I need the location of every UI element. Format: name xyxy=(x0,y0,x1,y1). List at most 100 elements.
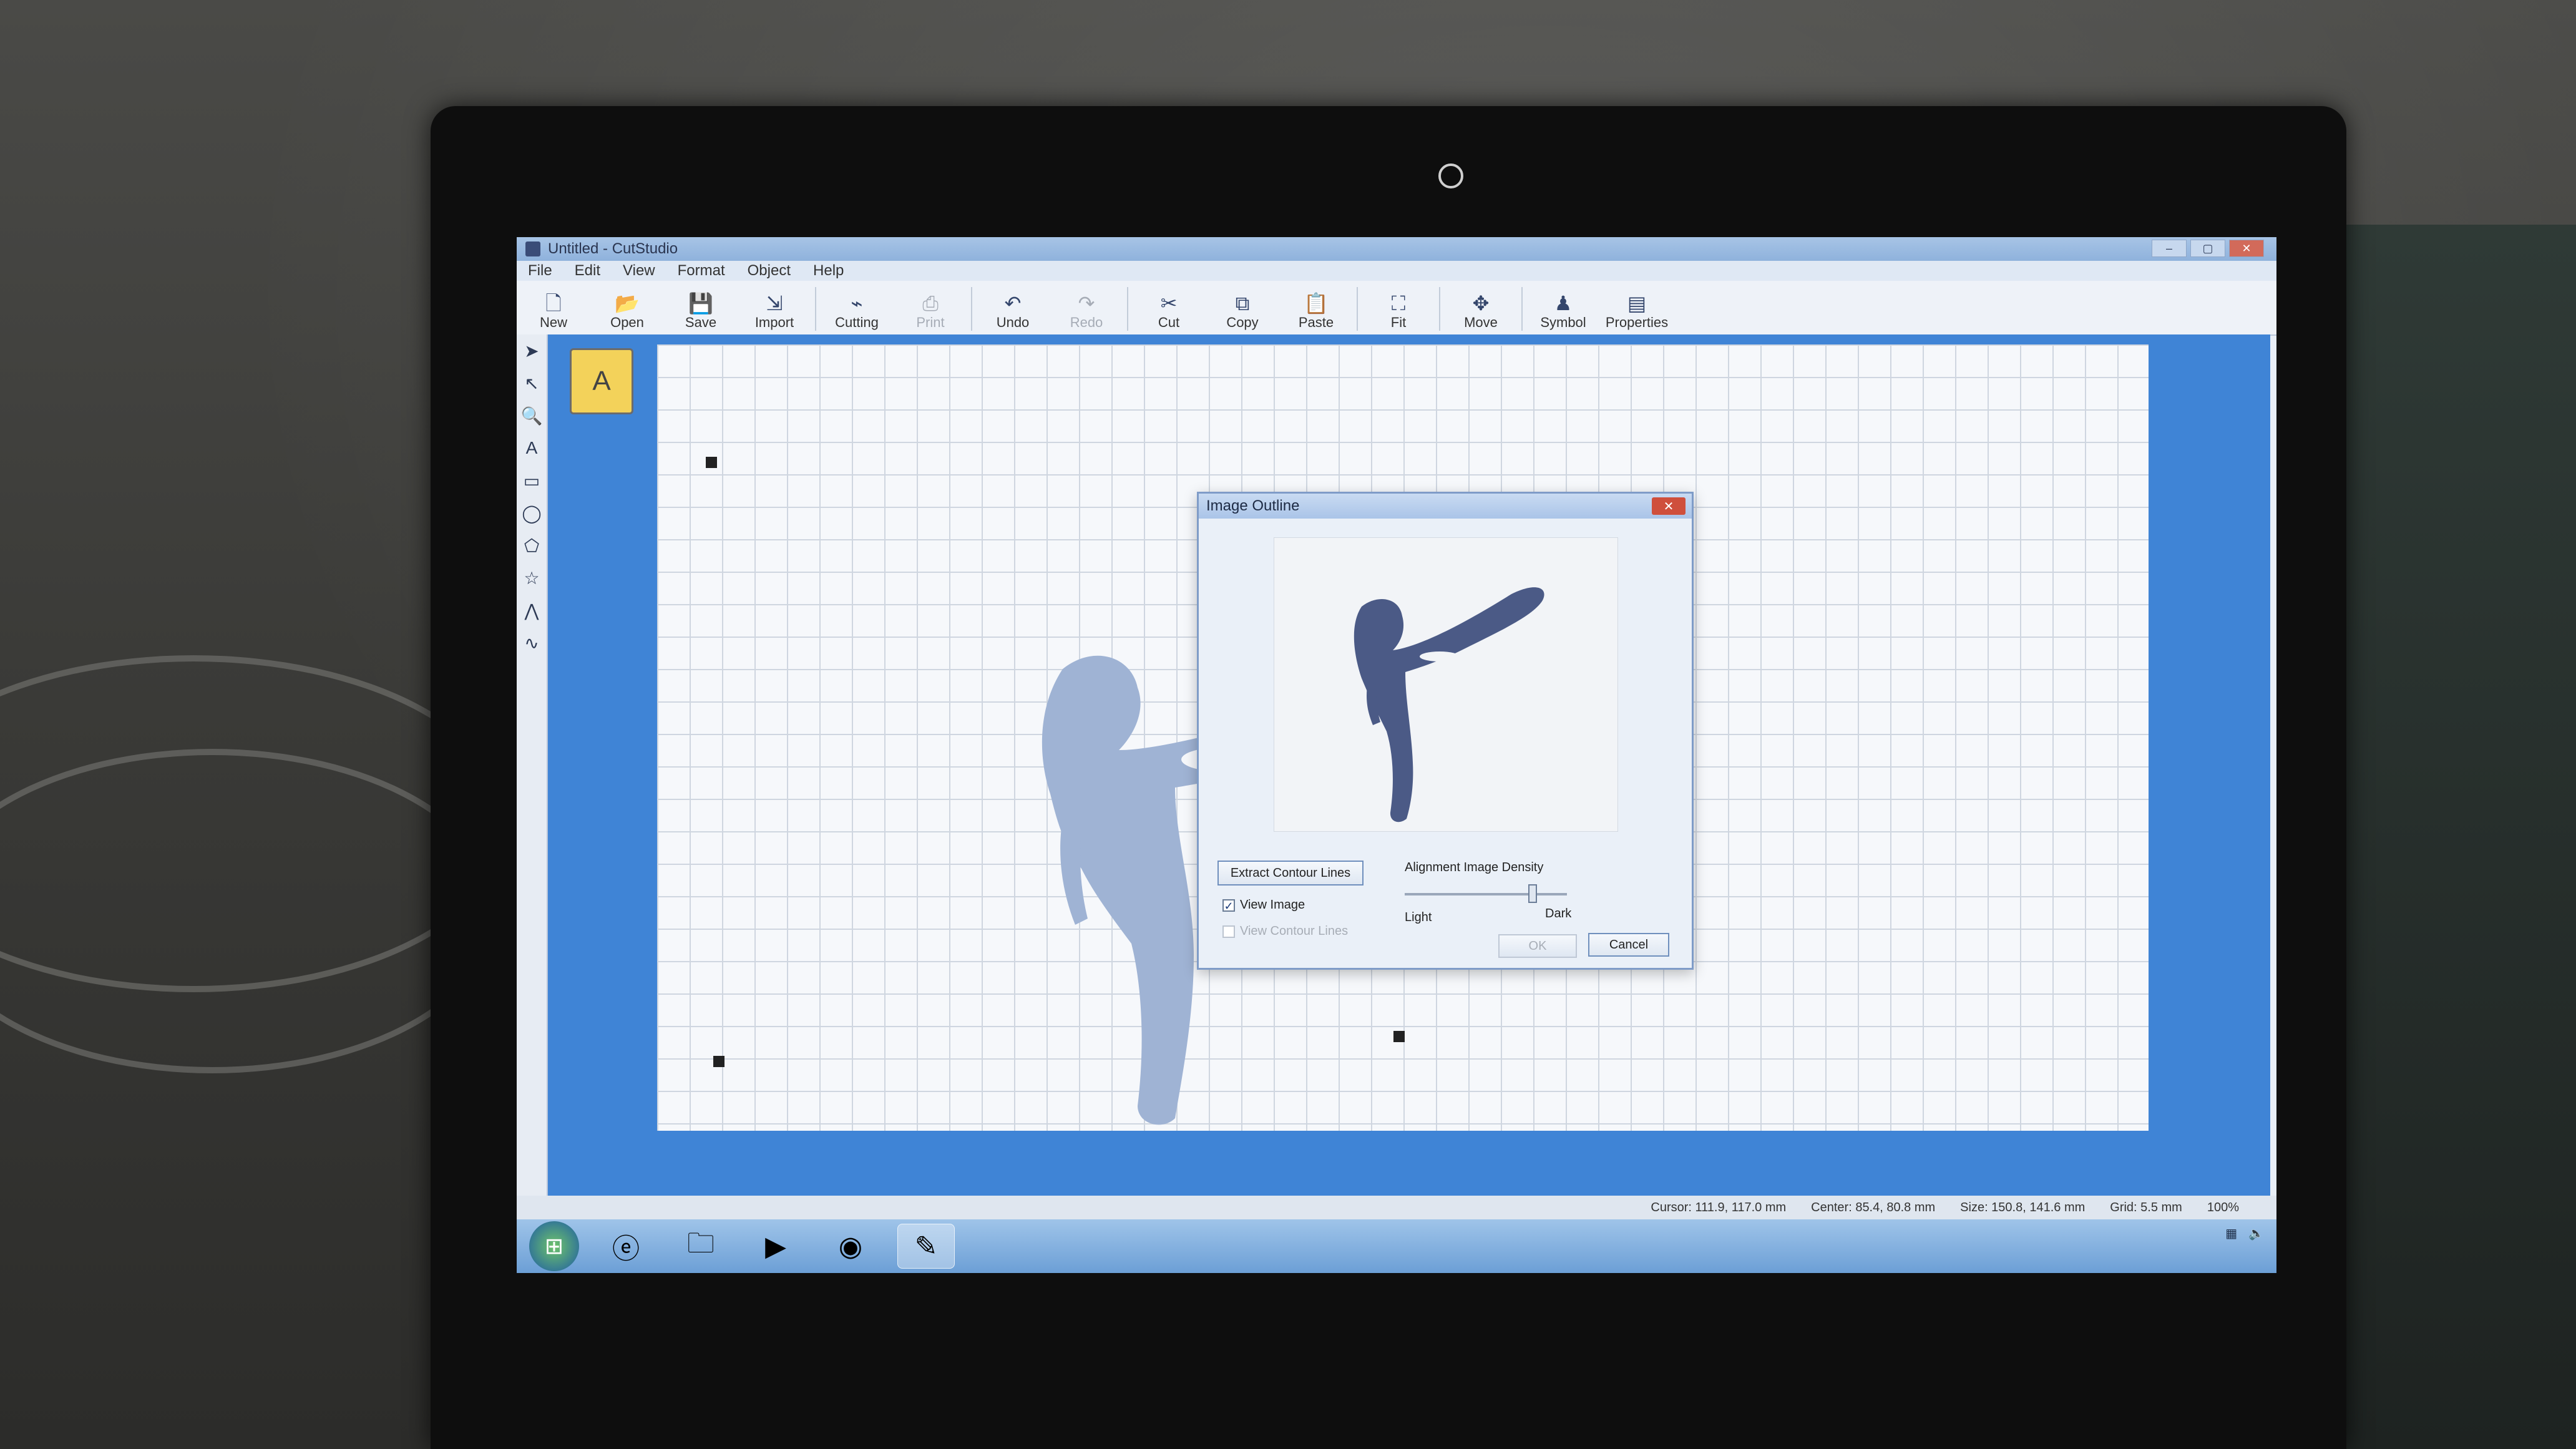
fit-button[interactable]: ⛶ Fit xyxy=(1362,285,1435,334)
density-dark-label: Dark xyxy=(1545,907,1572,920)
network-icon[interactable]: ▦ xyxy=(2225,1226,2237,1241)
save-button[interactable]: 💾 Save xyxy=(664,285,738,334)
status-zoom: 100% xyxy=(2207,1200,2239,1214)
move-icon: ✥ xyxy=(1472,292,1490,315)
desk-surface xyxy=(2346,225,2576,1449)
toolbar-label: Properties xyxy=(1605,315,1669,330)
extract-contour-lines-button[interactable]: Extract Contour Lines xyxy=(1217,861,1364,886)
internet-explorer-icon[interactable]: ⓔ xyxy=(598,1224,654,1268)
star-icon[interactable]: ☆ xyxy=(517,562,547,594)
curve-icon[interactable]: ∿ xyxy=(517,627,547,659)
toolbar-separator xyxy=(1357,287,1358,331)
save-icon: 💾 xyxy=(688,292,713,315)
window-title: Untitled - CutStudio xyxy=(548,240,678,257)
zoom-icon[interactable]: 🔍 xyxy=(517,399,547,432)
menu-bar: File Edit View Format Object Help xyxy=(517,261,2276,281)
selection-handle[interactable] xyxy=(706,457,717,468)
status-cursor: Cursor: 111.9, 117.0 mm xyxy=(1651,1200,1787,1214)
laptop-screen: Untitled - CutStudio – ▢ ✕ File Edit Vie… xyxy=(517,237,2276,1273)
symbol-button[interactable]: ♟ Symbol xyxy=(1526,285,1600,334)
menu-file[interactable]: File xyxy=(517,262,564,280)
new-icon: 🗋 xyxy=(545,292,562,315)
cut-icon: ✂ xyxy=(1160,292,1178,315)
dialog-close-button[interactable]: ✕ xyxy=(1652,497,1686,515)
paste-icon: 📋 xyxy=(1304,292,1329,315)
properties-button[interactable]: ▤ Properties xyxy=(1600,285,1674,334)
cutting-button[interactable]: ⌁ Cutting xyxy=(820,285,894,334)
menu-help[interactable]: Help xyxy=(802,262,855,280)
toolbar-label: Undo xyxy=(996,315,1030,330)
select-arrow-icon[interactable]: ➤ xyxy=(517,334,547,367)
view-image-checkbox-row[interactable]: ✓ View Image xyxy=(1222,898,1305,912)
print-button[interactable]: ⎙ Print xyxy=(894,285,967,334)
toolbar-label: Fit xyxy=(1390,315,1407,330)
chrome-icon[interactable]: ◉ xyxy=(822,1224,879,1268)
toolbar-label: Save xyxy=(685,315,717,330)
menu-object[interactable]: Object xyxy=(736,262,802,280)
window-titlebar: Untitled - CutStudio – ▢ ✕ xyxy=(517,237,2276,261)
drawing-tools-panel: ➤ ↖ 🔍 A ▭ ◯ ⬠ ☆ ⋀ ∿ xyxy=(517,334,548,1196)
cutter-device-icon[interactable]: A xyxy=(570,348,633,414)
import-icon: ⇲ xyxy=(766,292,783,315)
node-edit-icon[interactable]: ↖ xyxy=(517,367,547,399)
toolbar-separator xyxy=(1439,287,1440,331)
view-contour-lines-checkbox[interactable] xyxy=(1222,925,1235,938)
paste-button[interactable]: 📋 Paste xyxy=(1279,285,1353,334)
text-icon[interactable]: A xyxy=(517,432,547,464)
status-grid: Grid: 5.5 mm xyxy=(2110,1200,2182,1214)
main-toolbar: 🗋 New 📂 Open 💾 Save ⇲ Import ⌁ Cutting ⎙ Print ↶ Undo… xyxy=(517,281,2276,336)
status-center: Center: 85.4, 80.8 mm xyxy=(1811,1200,1936,1214)
view-contour-lines-checkbox-row[interactable]: View Contour Lines xyxy=(1222,924,1348,939)
polyline-icon[interactable]: ⋀ xyxy=(517,594,547,627)
start-button-icon[interactable]: ⊞ xyxy=(529,1221,579,1271)
rectangle-icon[interactable]: ▭ xyxy=(517,464,547,497)
new-button[interactable]: 🗋 New xyxy=(517,285,590,334)
image-outline-dialog: Image Outline ✕ Extract Contour Lines ✓ … xyxy=(1197,492,1694,970)
cut-button[interactable]: ✂ Cut xyxy=(1132,285,1206,334)
open-icon: 📂 xyxy=(615,292,640,315)
polygon-icon[interactable]: ⬠ xyxy=(517,529,547,562)
media-player-icon[interactable]: ▶ xyxy=(748,1224,804,1268)
toolbar-label: Move xyxy=(1464,315,1498,330)
cutstudio-taskbar-icon[interactable]: ✎ xyxy=(897,1224,955,1269)
toolbar-label: Cutting xyxy=(835,315,879,330)
menu-edit[interactable]: Edit xyxy=(564,262,612,280)
close-window-button[interactable]: ✕ xyxy=(2229,240,2264,257)
redo-button[interactable]: ↷ Redo xyxy=(1050,285,1123,334)
dialog-title: Image Outline xyxy=(1206,497,1300,514)
import-button[interactable]: ⇲ Import xyxy=(738,285,811,334)
redo-icon: ↷ xyxy=(1078,292,1095,315)
windows-taskbar: ⊞ ⓔ 🗀 ▶ ◉ ✎ ▦ 🔈 xyxy=(517,1219,2276,1273)
selection-handle[interactable] xyxy=(713,1056,724,1067)
density-slider-thumb[interactable] xyxy=(1528,884,1537,903)
dialog-titlebar: Image Outline ✕ xyxy=(1199,494,1692,519)
toolbar-label: Paste xyxy=(1298,315,1334,330)
ellipse-icon[interactable]: ◯ xyxy=(517,497,547,529)
minimize-button[interactable]: – xyxy=(2152,240,2187,257)
move-button[interactable]: ✥ Move xyxy=(1444,285,1518,334)
file-explorer-icon[interactable]: 🗀 xyxy=(673,1224,729,1268)
view-image-checkbox[interactable]: ✓ xyxy=(1222,899,1235,912)
cancel-button[interactable]: Cancel xyxy=(1588,933,1669,957)
open-button[interactable]: 📂 Open xyxy=(590,285,664,334)
view-image-label: View Image xyxy=(1240,898,1305,912)
density-light-label: Light xyxy=(1405,910,1432,924)
copy-button[interactable]: ⧉ Copy xyxy=(1206,285,1279,334)
symbol-icon: ♟ xyxy=(1554,292,1573,315)
undo-icon: ↶ xyxy=(1004,292,1022,315)
ok-button[interactable]: OK xyxy=(1498,934,1577,958)
maximize-button[interactable]: ▢ xyxy=(2190,240,2225,257)
cutstudio-app-icon xyxy=(525,242,540,256)
print-icon: ⎙ xyxy=(922,292,939,315)
toolbar-separator xyxy=(971,287,972,331)
density-slider-track[interactable] xyxy=(1405,893,1567,895)
toolbar-label: Print xyxy=(916,315,945,330)
undo-button[interactable]: ↶ Undo xyxy=(976,285,1050,334)
toolbar-label: New xyxy=(539,315,567,330)
volume-icon[interactable]: 🔈 xyxy=(2248,1226,2264,1241)
toolbar-label: Cut xyxy=(1158,315,1180,330)
toolbar-label: Open xyxy=(610,315,644,330)
menu-format[interactable]: Format xyxy=(666,262,736,280)
properties-icon: ▤ xyxy=(1627,292,1647,315)
menu-view[interactable]: View xyxy=(612,262,666,280)
